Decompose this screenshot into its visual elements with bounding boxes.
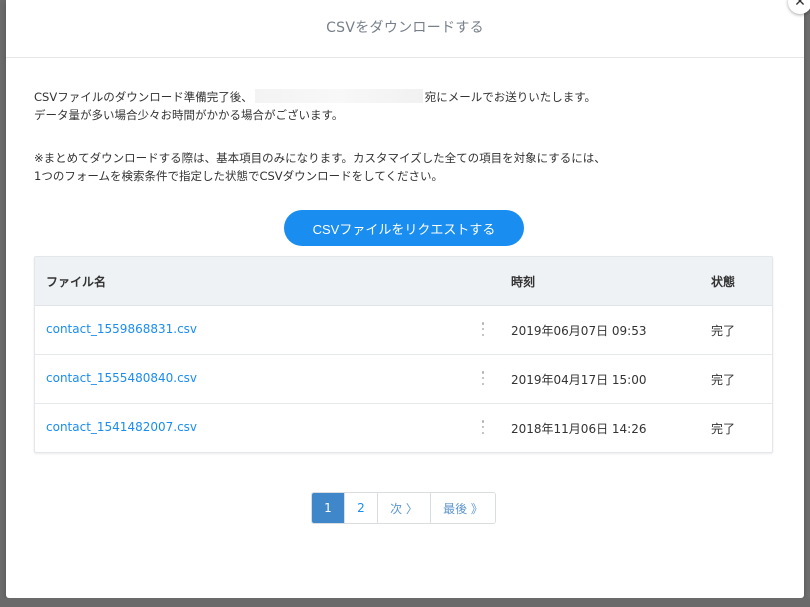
redacted-email bbox=[254, 89, 423, 103]
modal-title: CSVをダウンロードする bbox=[326, 20, 484, 36]
row-status: 完了 bbox=[711, 324, 736, 338]
table-header: ファイル名 時刻 状態 bbox=[35, 257, 772, 306]
note: ※まとめてダウンロードする際は、基本項目のみになります。カスタマイズした全ての項… bbox=[34, 149, 606, 185]
file-link[interactable]: contact_1541482007.csv bbox=[46, 420, 197, 434]
close-icon: ✕ bbox=[794, 0, 806, 10]
request-csv-button[interactable]: CSVファイルをリクエストする bbox=[284, 210, 524, 246]
csv-file-table: ファイル名 時刻 状態 contact_1559868831.csv 2019年… bbox=[34, 256, 773, 453]
description: CSVファイルのダウンロード準備完了後、 宛にメールでお送りいたします。 データ量… bbox=[34, 88, 596, 124]
pagination: 1 2 次 〉 最後 》 bbox=[311, 492, 496, 524]
last-page-button[interactable]: 最後 》 bbox=[430, 493, 495, 523]
more-options-icon[interactable] bbox=[479, 418, 487, 436]
header-status: 状態 bbox=[711, 275, 736, 289]
next-page-button[interactable]: 次 〉 bbox=[377, 493, 430, 523]
description-text-after: 宛にメールでお送りいたします。 bbox=[424, 90, 597, 104]
description-text-before: CSVファイルのダウンロード準備完了後、 bbox=[34, 90, 253, 104]
more-options-icon[interactable] bbox=[479, 320, 487, 338]
csv-download-modal: CSVをダウンロードする ✕ CSVファイルのダウンロード準備完了後、 宛にメール… bbox=[6, 0, 810, 598]
description-line-2: データ量が多い場合少々お時間がかかる場合がございます。 bbox=[34, 108, 344, 122]
note-line-1: ※まとめてダウンロードする際は、基本項目のみになります。カスタマイズした全ての項… bbox=[34, 151, 606, 165]
row-time: 2019年04月17日 15:00 bbox=[511, 373, 647, 387]
row-status: 完了 bbox=[711, 373, 736, 387]
file-link[interactable]: contact_1555480840.csv bbox=[46, 371, 197, 385]
row-time: 2018年11月06日 14:26 bbox=[511, 422, 647, 436]
more-options-icon[interactable] bbox=[479, 369, 487, 387]
page-2-button[interactable]: 2 bbox=[344, 493, 377, 523]
modal-header: CSVをダウンロードする bbox=[6, 0, 804, 58]
note-line-2: 1つのフォームを検索条件で指定した状態でCSVダウンロードをしてください。 bbox=[34, 169, 443, 183]
table-row: contact_1555480840.csv 2019年04月17日 15:00… bbox=[35, 355, 772, 404]
table-row: contact_1541482007.csv 2018年11月06日 14:26… bbox=[35, 404, 772, 452]
row-time: 2019年06月07日 09:53 bbox=[511, 324, 647, 338]
description-line-1: CSVファイルのダウンロード準備完了後、 宛にメールでお送りいたします。 bbox=[34, 88, 596, 106]
page-1-button[interactable]: 1 bbox=[312, 493, 344, 523]
row-status: 完了 bbox=[711, 422, 736, 436]
file-link[interactable]: contact_1559868831.csv bbox=[46, 322, 197, 336]
backdrop-bottom[interactable] bbox=[0, 598, 810, 607]
header-time: 時刻 bbox=[511, 275, 536, 289]
table-row: contact_1559868831.csv 2019年06月07日 09:53… bbox=[35, 306, 772, 355]
header-file-name: ファイル名 bbox=[46, 275, 107, 289]
